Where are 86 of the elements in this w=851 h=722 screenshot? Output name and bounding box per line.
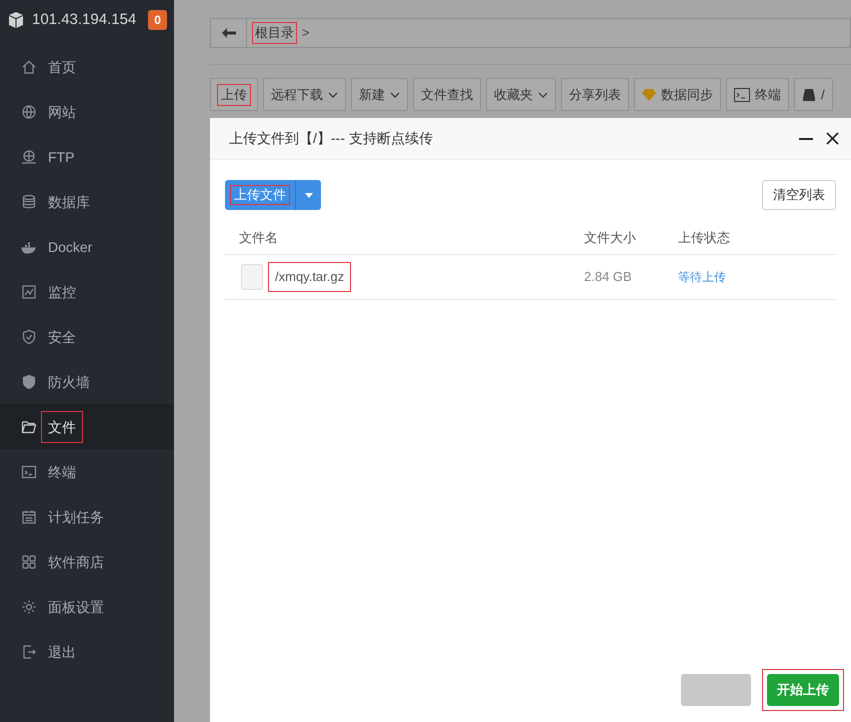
sidebar-item[interactable]: 面板设置 xyxy=(0,584,174,629)
sidebar-item[interactable]: 终端 xyxy=(0,449,174,494)
toolbar-button[interactable]: 分享列表 xyxy=(561,78,629,111)
sidebar-label: 数据库 xyxy=(47,192,91,212)
button-label: 文件查找 xyxy=(421,86,473,104)
sidebar-item[interactable]: 退出 xyxy=(0,629,174,674)
toolbar-button[interactable]: 远程下载 xyxy=(263,78,346,111)
sidebar-label: 防火墙 xyxy=(47,372,91,392)
dialog-title: 上传文件到【/】--- 支持断点续传 xyxy=(229,129,434,148)
sidebar-label: Docker xyxy=(47,238,94,256)
file-name: /xmqy.tar.gz xyxy=(269,263,350,291)
database-icon xyxy=(21,194,37,210)
column-header: 上传状态 xyxy=(678,229,730,248)
caret-icon xyxy=(304,192,312,198)
toolbar-button[interactable]: 收藏夹 xyxy=(486,78,556,111)
sidebar-label: 文件 xyxy=(42,412,82,442)
sidebar-item[interactable]: 软件商店 xyxy=(0,539,174,584)
sidebar-item[interactable]: 防火墙 xyxy=(0,359,174,404)
sidebar-item[interactable]: 计划任务 xyxy=(0,494,174,539)
chevron-down-icon xyxy=(328,92,338,98)
toolbar-button[interactable]: 上传 xyxy=(210,78,258,111)
toolbar-button[interactable]: 终端 xyxy=(726,78,789,111)
arrow-left-icon xyxy=(222,28,236,38)
button-label: 新建 xyxy=(359,86,385,104)
notification-badge[interactable]: 0 xyxy=(148,10,167,30)
clear-list-button[interactable]: 清空列表 xyxy=(762,180,836,210)
button-label: 上传文件 xyxy=(231,186,289,204)
upload-files-button[interactable]: 上传文件 xyxy=(225,180,295,210)
upload-split-button[interactable]: 上传文件 xyxy=(225,180,321,210)
toolbar-button[interactable]: 文件查找 xyxy=(413,78,481,111)
chevron-down-icon xyxy=(538,92,548,98)
server-address: 101.43.194.154 xyxy=(32,10,136,30)
globe-icon xyxy=(21,148,37,164)
button-label: 终端 xyxy=(755,86,781,104)
sidebar-label: 面板设置 xyxy=(47,598,105,616)
shield-icon xyxy=(21,328,37,344)
sidebar-label: 首页 xyxy=(47,58,77,76)
column-header: 文件大小 xyxy=(584,229,637,248)
terminal-icon xyxy=(734,88,750,102)
drive-icon xyxy=(802,88,816,102)
calendar-icon xyxy=(21,508,37,524)
diamond-icon xyxy=(642,88,656,100)
sidebar-label: 网站 xyxy=(47,102,77,122)
file-size: 2.84 GB xyxy=(584,268,633,286)
folder-icon xyxy=(21,418,37,434)
sidebar-label: 终端 xyxy=(47,462,77,482)
home-icon xyxy=(21,58,37,74)
minimize-icon xyxy=(799,138,813,140)
sidebar-item[interactable]: 首页 xyxy=(0,44,174,89)
sidebar-label: 计划任务 xyxy=(47,508,105,526)
toolbar-button[interactable]: / xyxy=(794,78,833,111)
sidebar-label: 软件商店 xyxy=(47,552,105,572)
sidebar-item[interactable]: 监控 xyxy=(0,269,174,314)
breadcrumb-link[interactable]: 根目录 xyxy=(253,23,296,43)
button-label: / xyxy=(821,86,825,104)
button-label: 数据同步 xyxy=(661,86,713,104)
sidebar-label: 安全 xyxy=(47,328,77,346)
terminal-icon xyxy=(21,464,37,480)
button-label: 远程下载 xyxy=(271,86,323,104)
sidebar-item[interactable]: Docker xyxy=(0,224,174,269)
button-label: 上传 xyxy=(218,84,250,104)
shield-icon xyxy=(21,374,37,390)
sidebar-item[interactable]: 安全 xyxy=(0,314,174,359)
globe-icon xyxy=(21,104,37,120)
logout-icon xyxy=(21,644,37,660)
sidebar-label: 退出 xyxy=(47,642,77,662)
box-icon xyxy=(8,11,24,29)
toolbar-button[interactable]: 数据同步 xyxy=(634,78,721,111)
sidebar-item[interactable]: FTP xyxy=(0,134,174,179)
breadcrumb-separator: > xyxy=(302,24,310,42)
grid-icon xyxy=(21,554,37,570)
chart-icon xyxy=(21,284,37,300)
toolbar-button[interactable]: 新建 xyxy=(351,78,408,111)
chevron-down-icon xyxy=(390,92,400,98)
sidebar-label: 监控 xyxy=(47,282,77,302)
upload-status: 等待上传 xyxy=(678,269,726,286)
settings-icon xyxy=(21,598,37,614)
file-icon xyxy=(241,264,263,290)
button-label: 收藏夹 xyxy=(494,86,533,104)
column-header: 文件名 xyxy=(238,229,279,248)
sidebar-item[interactable]: 数据库 xyxy=(0,179,174,224)
button-label: 分享列表 xyxy=(569,86,621,104)
sidebar-label: FTP xyxy=(47,148,76,166)
sidebar-item[interactable]: 网站 xyxy=(0,89,174,134)
sidebar-item[interactable]: 文件 xyxy=(0,404,174,449)
close-icon xyxy=(826,132,838,145)
